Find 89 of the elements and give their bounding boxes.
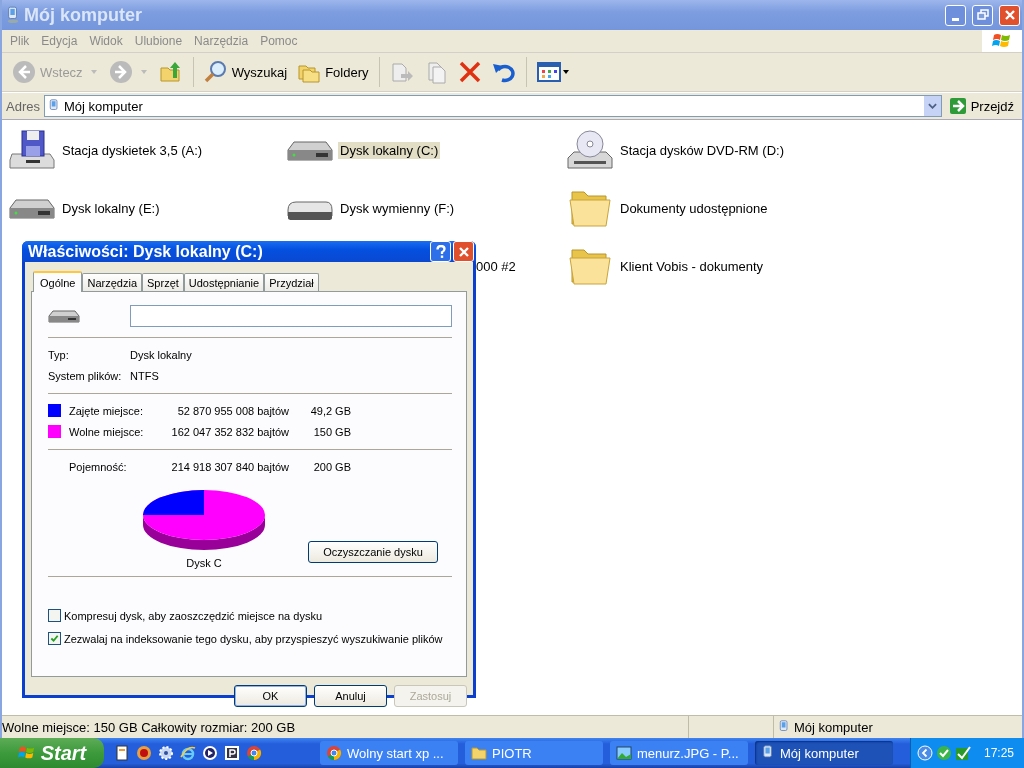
- chart-label: Dysk C: [186, 557, 222, 569]
- tab[interactable]: Udostępnianie: [183, 273, 265, 291]
- drive-label[interactable]: Dysk wymienny (F:): [338, 199, 457, 217]
- checkbox[interactable]: [48, 609, 61, 622]
- window-title: Mój komputer: [24, 4, 142, 26]
- dialog-button[interactable]: Anuluj: [314, 685, 387, 707]
- drive-label[interactable]: Stacja dyskietek 3,5 (A:): [60, 141, 205, 159]
- search-icon: [203, 60, 228, 84]
- tab[interactable]: Przydział: [264, 273, 319, 291]
- start-button[interactable]: Start: [0, 738, 104, 768]
- drive-name-field[interactable]: [130, 305, 452, 327]
- usage-size: 49,2 GB: [309, 404, 351, 417]
- gear-icon[interactable]: [158, 745, 174, 761]
- views-icon: [536, 60, 571, 84]
- capacity-bytes: 214 918 307 840 bajtów: [170, 460, 289, 473]
- computer-icon: [6, 6, 20, 24]
- help-button[interactable]: [430, 241, 451, 262]
- record-icon[interactable]: [136, 745, 152, 761]
- capacity-label: Pojemność:: [69, 460, 128, 473]
- chrome-icon: [326, 745, 342, 761]
- drive-label[interactable]: Dokumenty udostępnione: [618, 199, 770, 217]
- chevron-down-icon: [927, 103, 937, 109]
- dropdown-button[interactable]: [923, 96, 941, 116]
- drive-label[interactable]: Dysk lokalny (C:): [338, 141, 441, 159]
- usage-label: Zajęte miejsce:: [69, 404, 144, 417]
- status-text: Wolne miejsce: 150 GB Całkowity rozmiar: 200 GB: [2, 719, 297, 735]
- floppy-drive-icon[interactable]: [8, 130, 56, 170]
- tab[interactable]: Sprzęt: [142, 273, 184, 291]
- browser-e-icon[interactable]: [180, 745, 196, 761]
- go-arrow-icon: [949, 98, 966, 114]
- taskbar-button[interactable]: Wolny start xp ...: [320, 741, 458, 765]
- drive-label[interactable]: 000 #2: [474, 257, 518, 275]
- usage-bytes: 52 870 955 008 bajtów: [176, 404, 289, 417]
- usage-label: Wolne miejsce:: [69, 425, 145, 438]
- hard-drive-icon: [48, 307, 80, 325]
- close-button[interactable]: [453, 241, 474, 262]
- folders-button[interactable]: Foldery: [293, 57, 373, 87]
- capacity-size: 200 GB: [312, 460, 351, 473]
- taskbar-button[interactable]: PIOTR: [465, 741, 603, 765]
- drive-label[interactable]: Klient Vobis - dokumenty: [618, 257, 766, 275]
- help-icon: [434, 244, 447, 259]
- drive-label[interactable]: Dysk lokalny (E:): [60, 199, 162, 217]
- property-label: System plików:: [48, 369, 123, 382]
- close-icon: [1003, 9, 1016, 21]
- folder-icon[interactable]: [566, 246, 614, 286]
- tab[interactable]: Narzędzia: [82, 273, 142, 291]
- folder-icon[interactable]: [566, 188, 614, 228]
- chevron-icon[interactable]: [916, 745, 933, 761]
- checkbox-label[interactable]: Zezwalaj na indeksowanie tego dysku, aby przyspieszyć wyszukiwanie plików: [64, 632, 443, 645]
- windows-logo-icon: [17, 745, 36, 761]
- restore-button[interactable]: [972, 4, 993, 26]
- disk-cleanup-button[interactable]: Oczyszczanie dysku: [308, 541, 438, 563]
- delete-icon: [457, 60, 482, 84]
- property-label: Typ:: [48, 348, 70, 361]
- property-value: Dysk lokalny: [130, 348, 192, 361]
- check-icon[interactable]: [954, 745, 971, 761]
- dialog-title: Właściwości: Dysk lokalny (C:): [28, 242, 263, 261]
- checkbox[interactable]: [48, 632, 61, 645]
- usage-bytes: 162 047 352 832 bajtów: [170, 425, 289, 438]
- move-document-icon: [389, 60, 414, 84]
- clock: 17:25: [983, 746, 1014, 760]
- document-icon[interactable]: [114, 745, 130, 761]
- play-icon[interactable]: [202, 745, 218, 761]
- go-button[interactable]: Przejdź: [945, 98, 1018, 114]
- close-button[interactable]: [999, 4, 1020, 26]
- folder-icon: [471, 745, 487, 761]
- property-value: NTFS: [130, 369, 159, 382]
- address-field[interactable]: Mój komputer: [43, 95, 942, 117]
- address-label: Adres: [6, 98, 40, 114]
- folder-up-icon: [158, 60, 183, 84]
- tab[interactable]: Ogólne: [33, 271, 83, 292]
- minimize-button[interactable]: [945, 4, 966, 26]
- p-icon[interactable]: [224, 745, 240, 761]
- minimize-icon: [952, 17, 959, 21]
- taskbar-button[interactable]: menurz.JPG - P...: [610, 741, 748, 765]
- chrome-icon[interactable]: [246, 745, 262, 761]
- taskbar-button[interactable]: Mój komputer: [755, 741, 893, 765]
- status-location: Mój komputer: [794, 719, 873, 735]
- search-button[interactable]: Wyszukaj: [199, 57, 292, 87]
- windows-logo-icon: [982, 30, 1022, 52]
- checkbox-label[interactable]: Kompresuj dysk, aby zaoszczędzić miejsce na dysku: [64, 609, 322, 622]
- close-icon: [457, 245, 470, 258]
- dvd-drive-icon[interactable]: [566, 130, 614, 170]
- drive-label[interactable]: Stacja dysków DVD-RM (D:): [618, 141, 786, 159]
- image-icon: [616, 745, 632, 761]
- shield-icon[interactable]: [935, 745, 952, 761]
- usage-size: 150 GB: [312, 425, 351, 438]
- dialog-button[interactable]: OK: [234, 685, 307, 707]
- restore-icon: [976, 9, 989, 21]
